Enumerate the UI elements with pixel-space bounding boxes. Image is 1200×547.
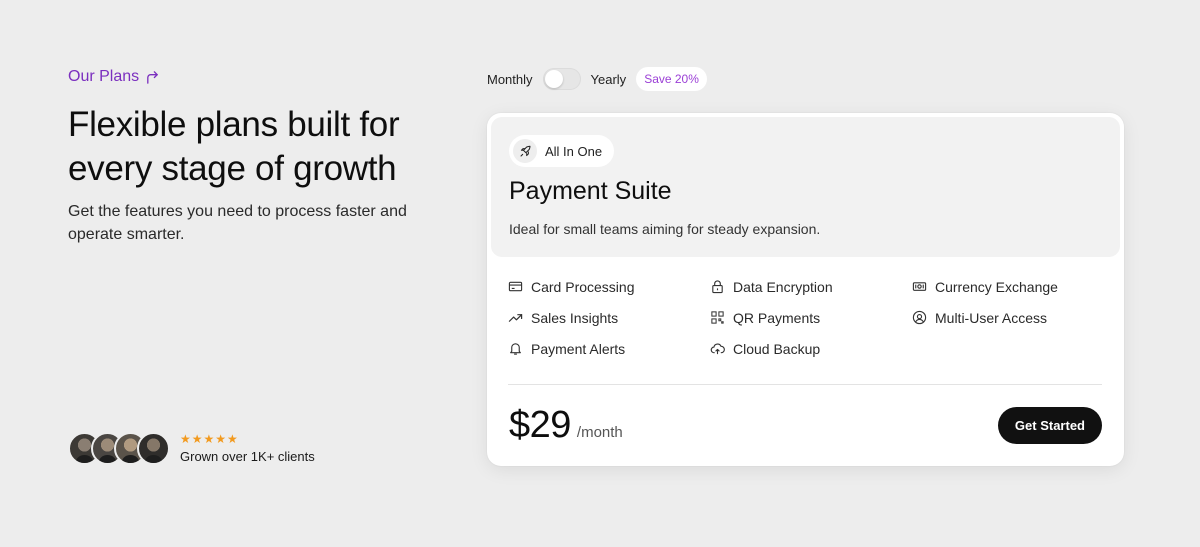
- feature-item: Multi-User Access: [912, 308, 1108, 327]
- feature-item: Data Encryption: [710, 277, 912, 296]
- pricing-card: All In One Payment Suite Ideal for small…: [487, 113, 1124, 466]
- qr-code-icon: [711, 311, 724, 324]
- section-eyebrow[interactable]: Our Plans: [68, 68, 160, 86]
- corner-up-right-arrow-icon: [147, 70, 158, 84]
- page-headline: Flexible plans built for every stage of …: [68, 105, 400, 188]
- rating-stars: ★★★★★: [180, 432, 239, 446]
- feature-label: Cloud Backup: [733, 340, 821, 357]
- plan-name: Payment Suite: [509, 177, 672, 205]
- avatar: [137, 432, 170, 465]
- save-badge: Save 20%: [636, 67, 707, 91]
- feature-item: QR Payments: [710, 308, 912, 327]
- avatar-group: [68, 432, 170, 465]
- plan-tag-label: All In One: [545, 143, 603, 159]
- feature-item: Card Processing: [508, 277, 710, 296]
- lock-icon: [712, 280, 723, 294]
- feature-label: Payment Alerts: [531, 340, 626, 357]
- card-header: All In One Payment Suite Ideal for small…: [491, 117, 1120, 257]
- user-circle-icon: [912, 310, 927, 325]
- card-divider: [508, 384, 1102, 385]
- feature-item: Sales Insights: [508, 308, 710, 327]
- feature-label: Multi-User Access: [935, 309, 1048, 326]
- feature-label: Data Encryption: [733, 278, 833, 295]
- bell-icon: [510, 343, 521, 355]
- banknote-icon: [912, 282, 927, 291]
- yearly-label[interactable]: Yearly: [591, 72, 627, 87]
- plan-tag: All In One: [509, 135, 615, 167]
- billing-period-switch[interactable]: [542, 68, 581, 90]
- eyebrow-label: Our Plans: [68, 68, 140, 85]
- feature-label: QR Payments: [733, 309, 821, 326]
- get-started-button[interactable]: Get Started: [997, 407, 1102, 444]
- price-amount: $29: [509, 404, 571, 446]
- cloud-upload-icon: [710, 343, 725, 355]
- price-display: $29 /month: [509, 404, 623, 447]
- feature-label: Currency Exchange: [935, 278, 1058, 295]
- feature-list: Card Processing Data Encryption Currency…: [508, 277, 1108, 358]
- switch-knob: [544, 70, 563, 88]
- price-period: /month: [576, 424, 623, 441]
- rocket-icon: [513, 139, 537, 163]
- feature-label: Sales Insights: [531, 309, 619, 326]
- trending-up-icon: [508, 314, 523, 322]
- billing-toggle-group: Monthly Yearly Save 20%: [487, 67, 707, 91]
- feature-item: Cloud Backup: [710, 339, 912, 358]
- feature-item: Payment Alerts: [508, 339, 710, 358]
- monthly-label[interactable]: Monthly: [487, 72, 533, 87]
- feature-label: Card Processing: [531, 278, 635, 295]
- plan-description: Ideal for small teams aiming for steady …: [509, 221, 821, 237]
- page-subtext: Get the features you need to process fas…: [68, 203, 407, 243]
- credit-card-icon: [508, 281, 523, 292]
- social-proof: ★★★★★ Grown over 1K+ clients: [68, 432, 315, 465]
- feature-item: Currency Exchange: [912, 277, 1108, 296]
- social-proof-text: Grown over 1K+ clients: [180, 449, 315, 464]
